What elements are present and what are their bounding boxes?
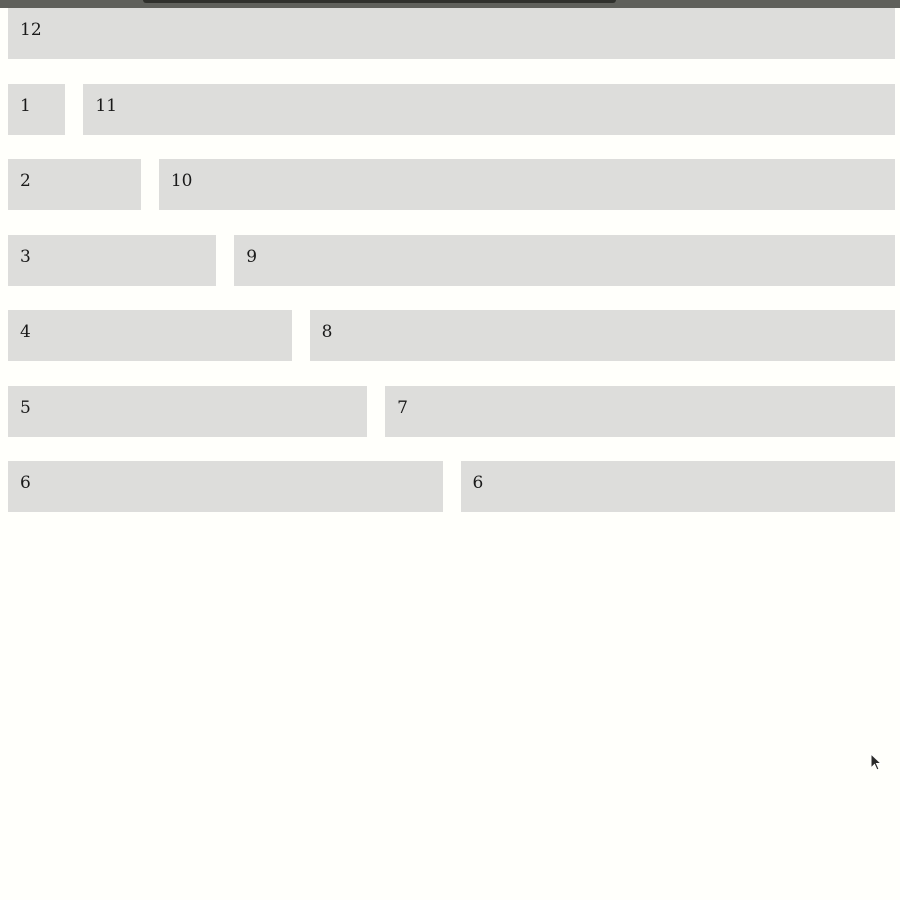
- grid-row: 1 11: [8, 83, 895, 135]
- grid-cell-span-6: 6: [8, 461, 443, 512]
- mouse-pointer-icon: [870, 753, 883, 771]
- grid-cell-span-7: 7: [385, 385, 895, 437]
- grid-row: 6 6: [8, 461, 895, 512]
- grid-cell-span-9: 9: [234, 234, 895, 286]
- grid-cell-span-10: 10: [158, 159, 895, 210]
- grid-cell-span-12: 12: [8, 8, 895, 59]
- grid-demo: 12 1 11 2 10 3 9 4 8 5 7 6 6: [8, 8, 895, 537]
- grid-cell-span-3: 3: [8, 234, 217, 286]
- grid-row: 5 7: [8, 385, 895, 437]
- horizontal-scrollbar-thumb[interactable]: [143, 0, 616, 3]
- grid-cell-span-2: 2: [8, 159, 141, 210]
- grid-cell-span-4: 4: [8, 310, 292, 361]
- grid-cell-span-1: 1: [8, 83, 66, 135]
- grid-cell-span-5: 5: [8, 385, 368, 437]
- grid-cell-span-11: 11: [83, 83, 895, 135]
- grid-row: 4 8: [8, 310, 895, 361]
- grid-row: 2 10: [8, 159, 895, 210]
- grid-row: 12: [8, 8, 895, 59]
- grid-row: 3 9: [8, 234, 895, 286]
- grid-cell-span-6: 6: [460, 461, 895, 512]
- window-top-bar: [0, 0, 900, 8]
- grid-cell-span-8: 8: [309, 310, 895, 361]
